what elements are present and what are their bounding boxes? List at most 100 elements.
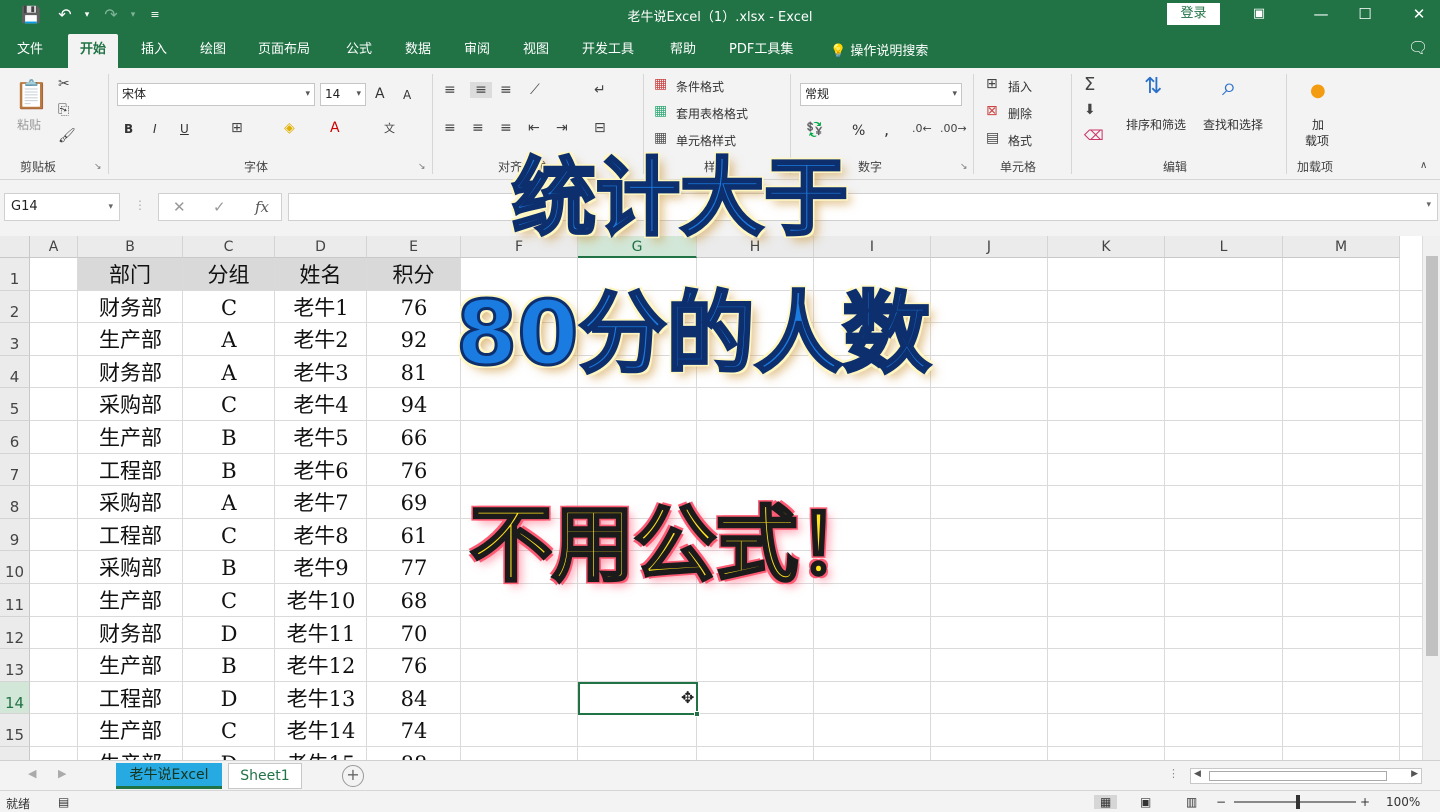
table-cell[interactable]: 老牛15	[275, 747, 367, 760]
zoom-slider-knob[interactable]	[1296, 795, 1300, 809]
wrap-text-icon[interactable]: ↵	[594, 82, 606, 98]
table-cell[interactable]: B	[183, 551, 275, 584]
zoom-in-button[interactable]: +	[1360, 795, 1370, 809]
increase-font-size-button[interactable]: A	[375, 86, 385, 102]
table-cell[interactable]: C	[183, 584, 275, 617]
addins-label-2[interactable]: 载项	[1305, 132, 1329, 149]
horizontal-scrollbar[interactable]: ◀ ▶	[1190, 768, 1422, 784]
cell-styles-button[interactable]: 单元格样式	[676, 132, 736, 149]
column-header-b[interactable]: B	[78, 236, 183, 258]
table-cell[interactable]: 92	[367, 323, 461, 356]
redo-dropdown-icon[interactable]: ▾	[122, 4, 144, 26]
enter-formula-button[interactable]: ✓	[213, 198, 226, 216]
cancel-formula-button[interactable]: ✕	[173, 198, 186, 216]
italic-button[interactable]: I	[153, 122, 157, 136]
decrease-indent-icon[interactable]: ⇤	[528, 120, 540, 136]
row-header-4[interactable]: 4	[0, 355, 30, 389]
row-header-7[interactable]: 7	[0, 453, 30, 487]
format-painter-icon[interactable]: 🖌	[58, 128, 76, 144]
align-bottom-icon[interactable]: ≡	[500, 82, 512, 98]
zoom-level[interactable]: 100%	[1386, 795, 1420, 809]
table-cell[interactable]: 老牛9	[275, 551, 367, 584]
tab-help[interactable]: 帮助	[670, 40, 696, 68]
table-cell[interactable]: 财务部	[78, 617, 183, 650]
column-header-k[interactable]: K	[1048, 236, 1165, 258]
scroll-left-icon[interactable]: ◀	[1194, 769, 1201, 779]
table-cell[interactable]: D	[183, 617, 275, 650]
tab-insert[interactable]: 插入	[141, 40, 167, 68]
number-launcher-icon[interactable]: ↘	[960, 162, 968, 172]
table-cell[interactable]: 生产部	[78, 649, 183, 682]
login-button[interactable]: 登录	[1167, 3, 1220, 25]
horizontal-scroll-thumb[interactable]	[1209, 771, 1387, 781]
table-cell[interactable]: C	[183, 291, 275, 324]
redo-icon[interactable]: ↷	[100, 4, 122, 26]
table-cell[interactable]: 88	[367, 747, 461, 760]
find-select-icon[interactable]: ⌕	[1222, 72, 1237, 103]
maximize-button[interactable]: ☐	[1350, 2, 1380, 26]
vertical-scroll-thumb[interactable]	[1426, 256, 1438, 656]
column-header-m[interactable]: M	[1283, 236, 1400, 258]
row-header-6[interactable]: 6	[0, 421, 30, 454]
format-as-table-button[interactable]: 套用表格格式	[676, 105, 748, 122]
vertical-scrollbar[interactable]	[1422, 236, 1440, 760]
select-all-corner[interactable]	[0, 236, 30, 258]
table-cell[interactable]: 74	[367, 714, 461, 747]
merge-center-icon[interactable]: ⊟	[594, 120, 606, 136]
next-sheet-icon[interactable]: ▶	[58, 767, 66, 780]
page-layout-view-icon[interactable]: ▣	[1140, 795, 1151, 809]
insert-function-button[interactable]: fx	[255, 198, 269, 216]
ribbon-display-options-icon[interactable]: ▣	[1244, 2, 1274, 26]
align-right-icon[interactable]: ≡	[500, 120, 512, 136]
table-cell[interactable]: 生产部	[78, 584, 183, 617]
table-cell[interactable]: 生产部	[78, 747, 183, 760]
row-header-9[interactable]: 9	[0, 518, 30, 552]
table-cell[interactable]: 采购部	[78, 551, 183, 584]
tab-pdf-tools[interactable]: PDF工具集	[729, 40, 793, 68]
table-cell[interactable]: 采购部	[78, 388, 183, 421]
increase-decimal-icon[interactable]: .0←	[912, 122, 932, 135]
table-cell[interactable]: 生产部	[78, 714, 183, 747]
table-cell[interactable]: 68	[367, 584, 461, 617]
sort-filter-icon[interactable]: ⇅	[1144, 74, 1162, 99]
row-header-10[interactable]: 10	[0, 551, 30, 584]
orientation-icon[interactable]: ⟋	[530, 82, 540, 98]
table-cell[interactable]: C	[183, 519, 275, 552]
column-header-e[interactable]: E	[367, 236, 461, 258]
column-header-j[interactable]: J	[931, 236, 1048, 258]
table-cell[interactable]: 老牛1	[275, 291, 367, 324]
table-cell[interactable]: D	[183, 747, 275, 760]
table-cell[interactable]: 老牛13	[275, 682, 367, 715]
collapse-ribbon-icon[interactable]: ∧	[1420, 160, 1427, 171]
tab-formulas[interactable]: 公式	[346, 40, 372, 68]
zoom-out-button[interactable]: −	[1216, 795, 1226, 809]
row-header-16[interactable]: 16	[0, 747, 30, 760]
insert-cells-button[interactable]: 插入	[1008, 78, 1032, 95]
table-cell[interactable]: 61	[367, 519, 461, 552]
table-cell[interactable]: 老牛3	[275, 356, 367, 389]
table-cell[interactable]: 生产部	[78, 421, 183, 454]
clipboard-launcher-icon[interactable]: ↘	[94, 162, 102, 172]
sheet-tab-sheet1[interactable]: Sheet1	[228, 763, 302, 789]
table-cell[interactable]: 81	[367, 356, 461, 389]
selected-cell-g14[interactable]	[578, 681, 700, 718]
align-top-icon[interactable]: ≡	[444, 82, 456, 98]
table-cell[interactable]: 老牛2	[275, 323, 367, 356]
font-size-combo[interactable]: 14 ▾	[320, 83, 366, 106]
tab-data[interactable]: 数据	[405, 40, 431, 68]
conditional-format-button[interactable]: 条件格式	[676, 78, 724, 95]
column-header-l[interactable]: L	[1165, 236, 1283, 258]
formula-input[interactable]: ▾	[288, 193, 1438, 221]
prev-sheet-icon[interactable]: ◀	[28, 767, 36, 780]
table-cell[interactable]: 66	[367, 421, 461, 454]
tab-page-layout[interactable]: 页面布局	[258, 40, 310, 68]
tab-developer[interactable]: 开发工具	[582, 40, 634, 68]
table-cell[interactable]: 工程部	[78, 519, 183, 552]
decrease-decimal-icon[interactable]: .00→	[940, 122, 967, 135]
fill-icon[interactable]: ⬇	[1084, 102, 1096, 118]
table-cell[interactable]: 老牛14	[275, 714, 367, 747]
table-cell[interactable]: 69	[367, 486, 461, 519]
name-box[interactable]: G14 ▾	[4, 193, 120, 221]
format-cells-button[interactable]: 格式	[1008, 132, 1032, 149]
table-cell[interactable]: 70	[367, 617, 461, 650]
